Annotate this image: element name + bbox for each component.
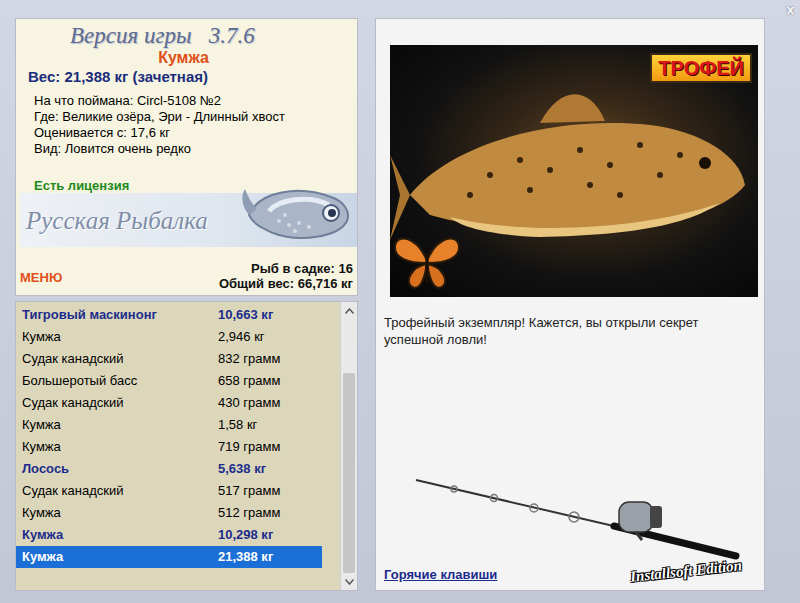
arrow-up-icon <box>345 308 354 314</box>
catch-weight: 2,946 кг <box>218 327 265 347</box>
logo-text: Русская Рыбалка <box>20 202 208 240</box>
catch-row[interactable]: Кумжа1,58 кг <box>16 414 322 436</box>
detail-line: Где: Великие озёра, Эри - Длинный хвост <box>34 109 353 125</box>
left-panel: Версия игры 3.7.6КумжаВес: 21,388 кг (за… <box>15 18 358 591</box>
butterfly-icon <box>392 231 462 293</box>
catch-weight: 10,298 кг <box>218 525 273 545</box>
catch-weight: 10,663 кг <box>218 305 273 325</box>
catch-weight: 658 грамм <box>218 371 280 391</box>
game-window: xВерсия игры 3.7.6КумжаВес: 21,388 кг (з… <box>0 0 800 603</box>
catch-name: Судак канадский <box>22 481 218 501</box>
scroll-down-button[interactable] <box>341 573 357 590</box>
scroll-up-button[interactable] <box>341 302 357 319</box>
fish-details: На что поймана: Circl-5108 №2Где: Велики… <box>34 93 353 157</box>
catch-name: Тигровый маскинонг <box>22 305 218 325</box>
catch-weight: 517 грамм <box>218 481 280 501</box>
catch-row[interactable]: Тигровый маскинонг10,663 кг <box>16 304 322 326</box>
detail-line: На что поймана: Circl-5108 №2 <box>34 93 353 109</box>
fish-weight: Вес: 21,388 кг (зачетная) <box>28 67 353 87</box>
catch-weight: 21,388 кг <box>218 547 273 567</box>
game-logo: Русская Рыбалка <box>20 193 357 247</box>
catch-name: Кумжа <box>22 503 218 523</box>
panel-footer: Горячие клавиши Installsoft Edition <box>384 474 756 586</box>
info-footer: МЕНЮ Рыб в садке: 16Общий вес: 66,716 кг <box>20 261 353 291</box>
version-number: 3.7.6 <box>209 23 255 48</box>
catch-name: Большеротый басс <box>22 371 218 391</box>
title-bar: x <box>0 0 800 18</box>
catch-row[interactable]: Судак канадский832 грамм <box>16 348 322 370</box>
keepnet-weight: Общий вес: 66,716 кг <box>219 276 353 291</box>
catch-info: Версия игры 3.7.6КумжаВес: 21,388 кг (за… <box>15 18 358 296</box>
catch-row[interactable]: Кумжа2,946 кг <box>16 326 322 348</box>
detail-line: Оценивается с: 17,6 кг <box>34 125 353 141</box>
trophy-message: Трофейный экземпляр! Кажется, вы открыли… <box>384 314 756 348</box>
catch-name: Кумжа <box>22 415 218 435</box>
version-label: Версия игры <box>70 23 191 48</box>
fish-photo: ТРОФЕЙ <box>390 45 758 297</box>
close-button[interactable]: x <box>787 3 794 16</box>
catch-row[interactable]: Кумжа512 грамм <box>16 502 322 524</box>
arrow-down-icon <box>345 579 354 585</box>
game-version: Версия игры 3.7.6 <box>34 23 353 48</box>
trophy-panel: ТРОФЕЙ Трофейный экземпляр! Кажется, вы о… <box>375 18 765 591</box>
catch-weight: 430 грамм <box>218 393 280 413</box>
catch-name: Кумжа <box>22 525 218 545</box>
catch-weight: 512 грамм <box>218 503 280 523</box>
catch-weight: 719 грамм <box>218 437 280 457</box>
catch-row[interactable]: Судак канадский430 грамм <box>16 392 322 414</box>
catch-weight: 832 грамм <box>218 349 280 369</box>
catch-name: Кумжа <box>22 437 218 457</box>
catch-row[interactable]: Большеротый басс658 грамм <box>16 370 322 392</box>
fish-logo-icon <box>239 181 357 247</box>
catch-name: Судак канадский <box>22 393 218 413</box>
fish-name: Кумжа <box>34 48 353 67</box>
catch-name: Судак канадский <box>22 349 218 369</box>
catch-row[interactable]: Кумжа10,298 кг <box>16 524 322 546</box>
catch-list-box: Тигровый маскинонг10,663 кгКумжа2,946 кг… <box>15 301 358 591</box>
catch-weight: 5,638 кг <box>218 459 266 479</box>
scroll-thumb[interactable] <box>343 373 355 573</box>
catch-row[interactable]: Кумжа21,388 кг <box>16 546 322 568</box>
menu-button[interactable]: МЕНЮ <box>20 268 62 292</box>
catch-name: Лосось <box>22 459 218 479</box>
hotkeys-link[interactable]: Горячие клавиши <box>384 565 497 587</box>
catch-name: Кумжа <box>22 547 218 567</box>
catch-row[interactable]: Кумжа719 грамм <box>16 436 322 458</box>
scroll-track[interactable] <box>341 319 357 573</box>
window-body: Версия игры 3.7.6КумжаВес: 21,388 кг (за… <box>0 18 800 591</box>
keepnet-summary: Рыб в садке: 16Общий вес: 66,716 кг <box>219 261 353 291</box>
detail-line: Вид: Ловится очень редко <box>34 141 353 157</box>
catch-name: Кумжа <box>22 327 218 347</box>
catch-weight: 1,58 кг <box>218 415 257 435</box>
catch-row[interactable]: Судак канадский517 грамм <box>16 480 322 502</box>
catch-row[interactable]: Лосось5,638 кг <box>16 458 322 480</box>
keepnet-count: Рыб в садке: 16 <box>219 261 353 276</box>
scrollbar[interactable] <box>340 302 357 590</box>
edition-label: Installsoft Edition <box>629 554 743 588</box>
trophy-badge: ТРОФЕЙ <box>650 53 752 83</box>
catch-list: Тигровый маскинонг10,663 кгКумжа2,946 кг… <box>16 302 340 590</box>
